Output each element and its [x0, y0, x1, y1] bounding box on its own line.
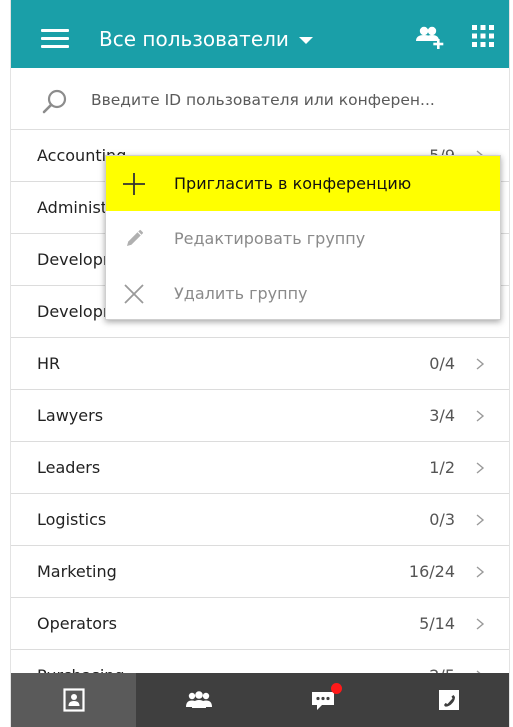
chevron-right-icon [476, 410, 485, 422]
list-item[interactable]: Leaders 1/2 [11, 442, 509, 494]
list-item[interactable]: Operators 5/14 [11, 598, 509, 650]
group-count: 0/4 [429, 354, 455, 373]
menu-item-edit-group[interactable]: Редактировать группу [106, 211, 500, 266]
hamburger-menu-icon[interactable] [41, 29, 69, 49]
tab-chats[interactable] [261, 673, 386, 727]
plus-icon [123, 173, 145, 195]
add-users-icon[interactable] [413, 24, 447, 52]
menu-item-invite-to-conference[interactable]: Пригласить в конференцию [106, 156, 500, 211]
group-name: Lawyers [37, 406, 104, 425]
chevron-down-icon [298, 36, 313, 44]
search-bar [11, 68, 509, 130]
search-icon [42, 89, 67, 114]
phone-icon [438, 690, 459, 710]
group-context-menu: Пригласить в конференцию Редактировать г… [105, 155, 501, 320]
group-name: Leaders [37, 458, 101, 477]
group-count: 5/14 [419, 614, 455, 633]
header-title: Все пользователи [99, 27, 289, 51]
contacts-book-icon [62, 688, 85, 712]
chevron-right-icon [476, 462, 485, 474]
chevron-right-icon [476, 566, 485, 578]
unread-badge [331, 683, 342, 694]
tab-contacts[interactable] [11, 673, 136, 727]
menu-item-label: Редактировать группу [174, 229, 366, 248]
group-name: Marketing [37, 562, 117, 581]
list-item[interactable]: Lawyers 3/4 [11, 390, 509, 442]
app-screen: Все пользователи Accounting 5/9 [10, 0, 510, 727]
tab-groups[interactable] [136, 673, 261, 727]
chevron-right-icon [476, 514, 485, 526]
menu-item-label: Пригласить в конференцию [174, 174, 412, 193]
group-count: 16/24 [408, 562, 455, 581]
group-name: HR [37, 354, 61, 373]
list-item[interactable]: Marketing 16/24 [11, 546, 509, 598]
chevron-right-icon [476, 618, 485, 630]
tab-calls[interactable] [386, 673, 509, 727]
search-input[interactable] [91, 82, 503, 118]
list-item[interactable]: HR 0/4 [11, 338, 509, 390]
bottom-tab-bar [11, 673, 509, 727]
top-app-bar: Все пользователи [11, 0, 509, 68]
group-count: 0/3 [429, 510, 455, 529]
menu-item-label: Удалить группу [174, 284, 308, 303]
group-count: 1/2 [429, 458, 455, 477]
menu-item-delete-group[interactable]: Удалить группу [106, 266, 500, 321]
pencil-icon [127, 229, 144, 246]
users-group-icon [185, 691, 212, 708]
close-icon [124, 284, 144, 304]
user-filter-dropdown[interactable]: Все пользователи [99, 26, 313, 52]
group-name: Operators [37, 614, 117, 633]
group-name: Logistics [37, 510, 107, 529]
apps-grid-icon[interactable] [471, 24, 495, 48]
list-item[interactable]: Logistics 0/3 [11, 494, 509, 546]
group-count: 3/4 [429, 406, 455, 425]
chevron-right-icon [476, 358, 485, 370]
